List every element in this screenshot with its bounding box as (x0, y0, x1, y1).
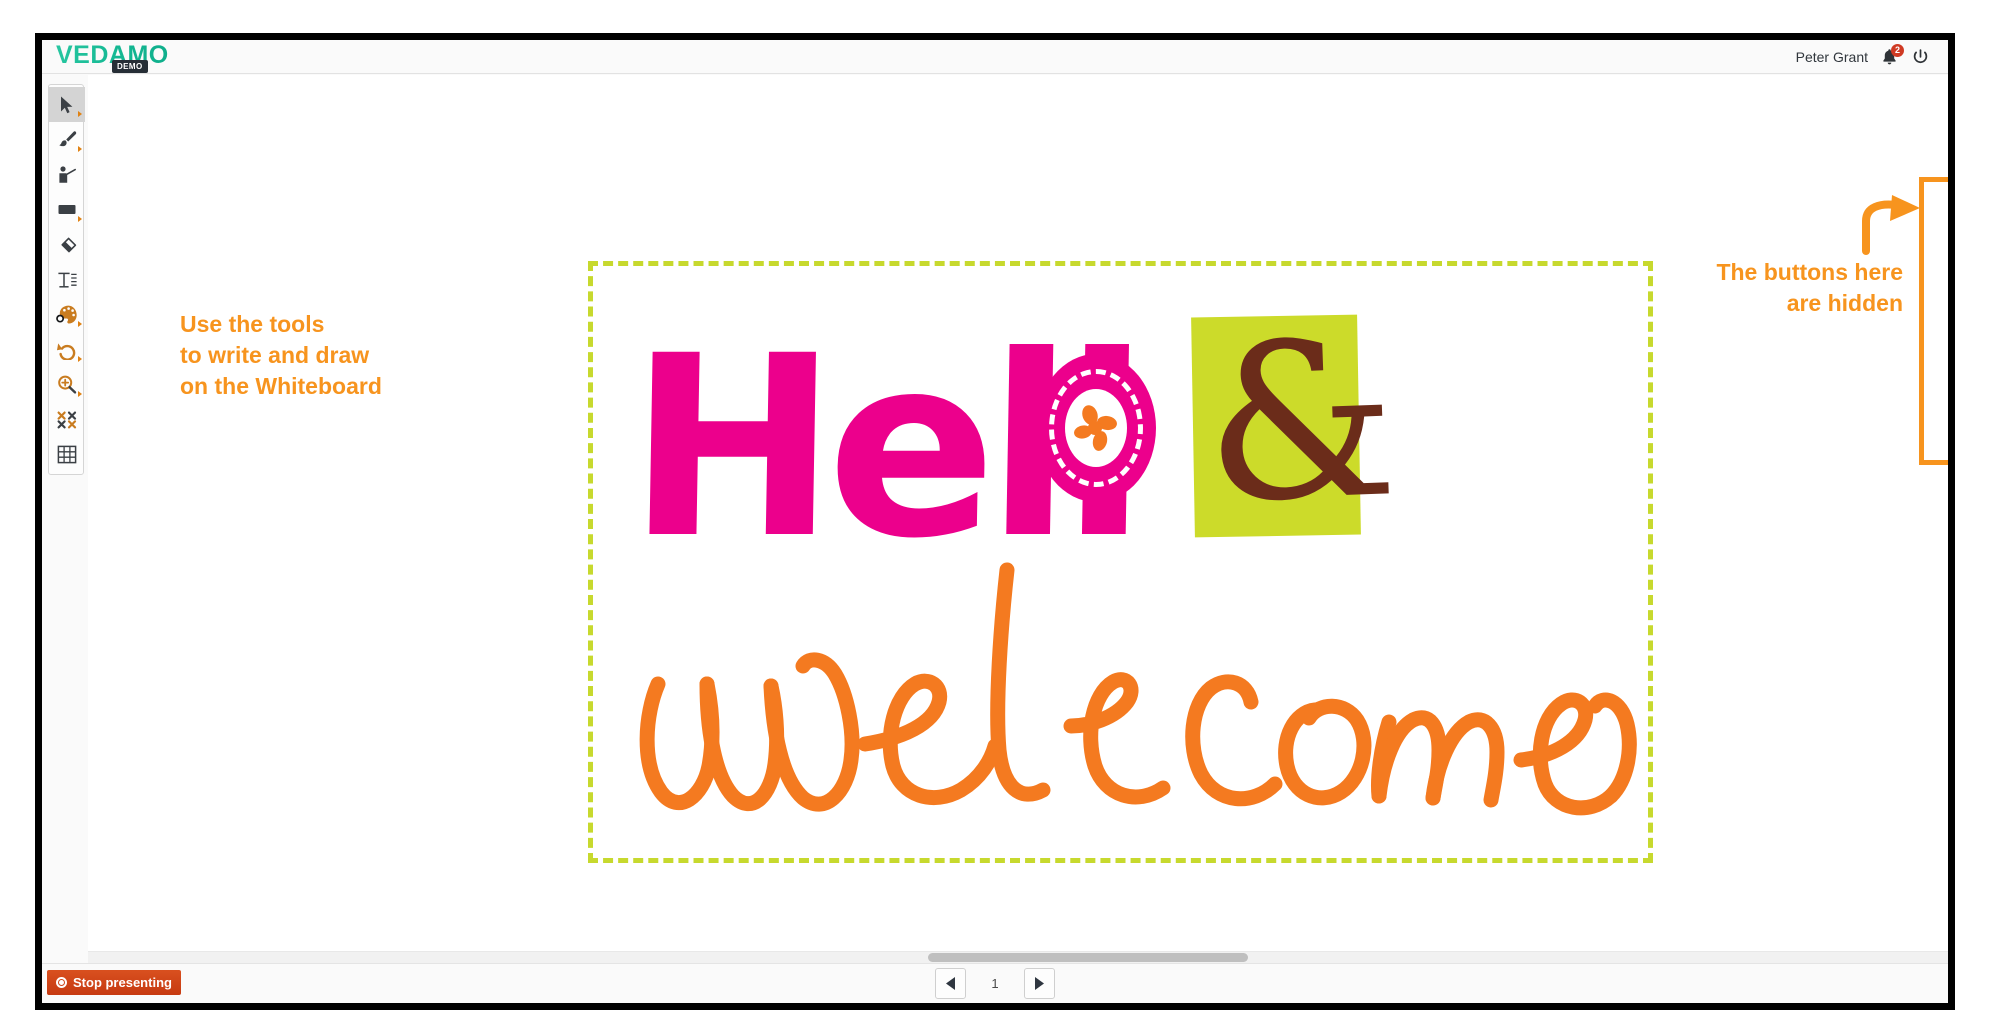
undo-arrow-icon (57, 342, 76, 360)
tool-presenter[interactable] (49, 157, 85, 192)
tool-undo-caret-icon (78, 356, 82, 362)
slide-pager: 1 (935, 968, 1055, 999)
stop-presenting-label: Stop presenting (73, 975, 172, 990)
screenshot-root: VEDAMO DEMO Peter Grant 2 Hell & Use the… (0, 0, 1999, 1035)
triangle-right-icon (1035, 977, 1044, 990)
artwork-hello-o-button (1036, 354, 1156, 502)
tool-color[interactable] (49, 297, 85, 332)
app-header: VEDAMO DEMO Peter Grant 2 (42, 40, 1948, 74)
tool-zoom[interactable] (49, 367, 85, 402)
tool-brush[interactable] (49, 122, 85, 157)
paintbrush-icon (59, 130, 77, 146)
cursor-arrow-icon (61, 96, 73, 113)
previous-slide-button[interactable] (935, 968, 966, 999)
artwork-flower-icon (1074, 405, 1117, 451)
bottom-toolbar: Stop presenting 1 (42, 963, 1948, 1003)
annotation-hidden-buttons-box (1919, 177, 1948, 465)
vedamo-logo[interactable]: VEDAMO DEMO (56, 41, 169, 73)
tool-grid[interactable] (49, 437, 85, 472)
whiteboard-canvas[interactable]: Hell & Use the tools to write and draw o… (88, 75, 1948, 963)
eraser-icon (61, 237, 77, 252)
tool-zoom-caret-icon (78, 391, 82, 397)
application-window: VEDAMO DEMO Peter Grant 2 Hell & Use the… (42, 40, 1948, 1003)
magnifier-plus-icon (58, 375, 77, 394)
notifications-button[interactable]: 2 (1879, 44, 1904, 67)
tool-shape[interactable] (49, 192, 85, 227)
user-name: Peter Grant (1795, 49, 1868, 65)
palette-icon (55, 305, 77, 324)
whiteboard-horizontal-scrollbar[interactable] (88, 951, 1948, 963)
slide-artwork-inner: Hell & (593, 266, 1648, 858)
application-window-frame: VEDAMO DEMO Peter Grant 2 Hell & Use the… (35, 33, 1955, 1010)
next-slide-button[interactable] (1024, 968, 1055, 999)
annotation-hidden-buttons-text: The buttons here are hidden (1716, 259, 1903, 316)
tool-brush-caret-icon (78, 146, 82, 152)
whiteboard-toolbar (48, 84, 85, 475)
triangle-left-icon (946, 977, 955, 990)
tool-undo[interactable] (49, 332, 85, 367)
tool-color-caret-icon (78, 321, 82, 327)
compress-arrows-icon (57, 411, 77, 428)
record-dot-icon (56, 977, 67, 988)
presenter-pointer-icon (59, 165, 76, 183)
header-right-group: Peter Grant 2 (1796, 40, 1930, 74)
tool-text[interactable] (49, 262, 85, 297)
rectangle-icon (58, 204, 76, 214)
logout-button[interactable] (1910, 47, 1930, 67)
scrollbar-thumb[interactable] (928, 953, 1248, 962)
grid-icon (57, 445, 77, 464)
logo-demo-badge: DEMO (112, 60, 148, 73)
text-icon (58, 272, 77, 288)
current-page-number: 1 (991, 976, 999, 991)
tool-select-caret-icon (78, 111, 82, 117)
tool-fit[interactable] (49, 402, 85, 437)
tool-select[interactable] (49, 87, 85, 122)
tool-eraser[interactable] (49, 227, 85, 262)
stop-presenting-button[interactable]: Stop presenting (47, 970, 181, 995)
tool-shape-caret-icon (78, 216, 82, 222)
notification-count-badge: 2 (1891, 44, 1904, 57)
power-icon (1913, 48, 1927, 63)
annotation-arrow-up-right-icon (1862, 195, 1920, 255)
artwork-welcome-script (639, 562, 1637, 816)
artwork-ampersand: & (1200, 293, 1401, 551)
annotation-tools-text: Use the tools to write and draw on the W… (180, 311, 382, 399)
slide-artwork: Hell & (588, 261, 1653, 863)
